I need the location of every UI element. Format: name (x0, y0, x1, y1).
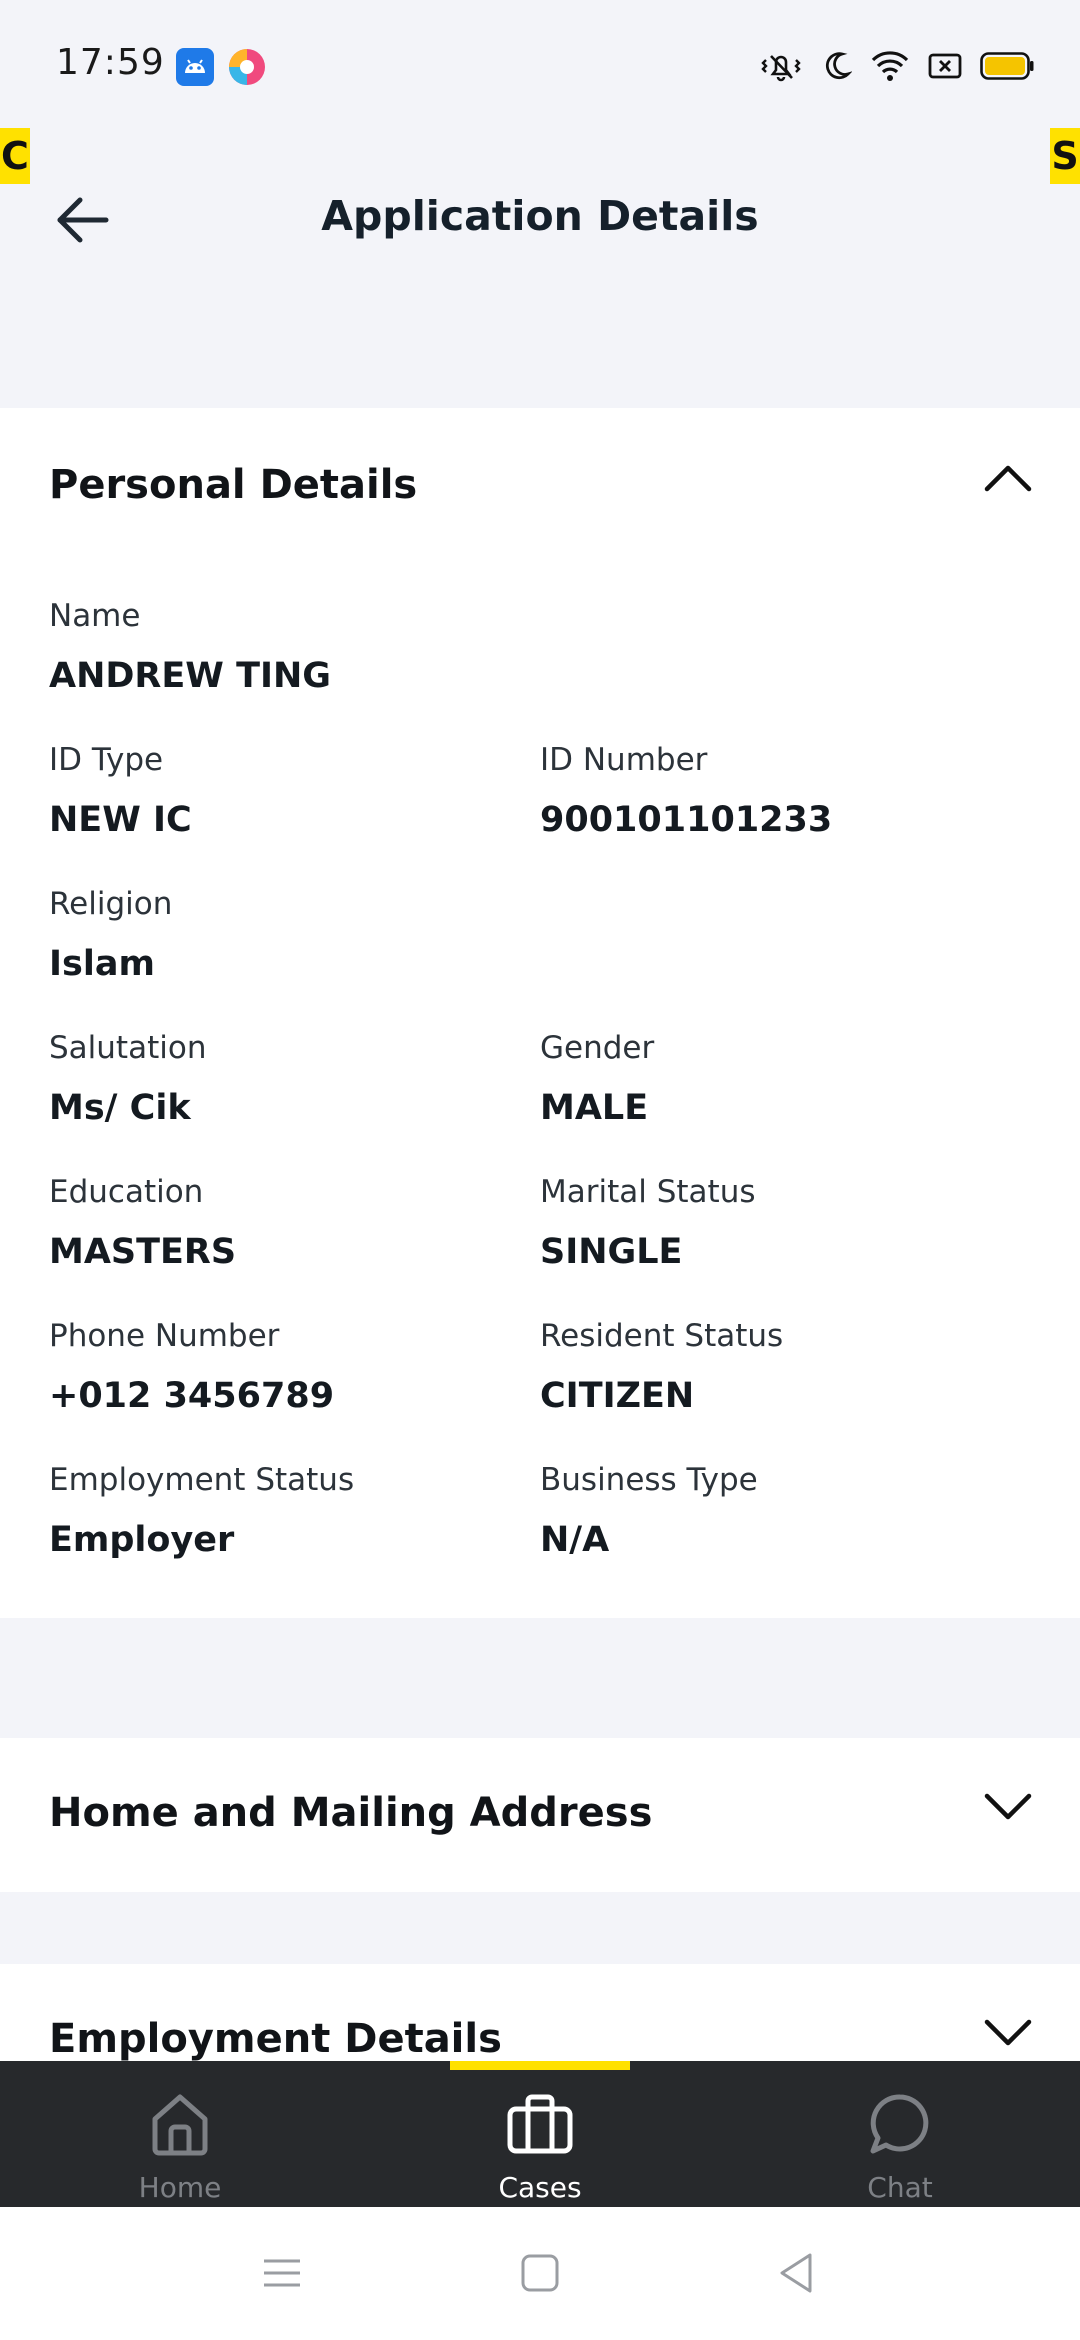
wifi-icon (870, 49, 910, 83)
battery-icon (980, 51, 1034, 81)
page-title: Application Details (321, 192, 759, 240)
app-screen: 17:59 C S Application Details Personal D… (0, 0, 1080, 2340)
status-icons (758, 46, 1034, 86)
education-label: Education (49, 1174, 204, 1210)
chevron-down-icon (984, 2019, 1032, 2046)
bottom-navigation: Home Cases Chat (0, 2061, 1080, 2207)
nav-cases[interactable]: Cases (360, 2061, 720, 2207)
briefcase-icon (502, 2089, 578, 2159)
gender-value: MALE (540, 1088, 649, 1128)
business-type-label: Business Type (540, 1462, 758, 1498)
name-label: Name (49, 598, 141, 634)
salutation-label: Salutation (49, 1030, 207, 1066)
expand-address-button[interactable] (980, 1778, 1036, 1834)
nav-home-label: Home (138, 2171, 222, 2204)
collapse-personal-button[interactable] (980, 450, 1036, 506)
home-icon (142, 2089, 218, 2159)
chevron-down-icon (984, 1793, 1032, 1820)
name-value: ANDREW TING (49, 656, 331, 696)
browser-app-icon (228, 48, 266, 86)
phone-number-value: +012 3456789 (49, 1376, 335, 1416)
resident-status-value: CITIZEN (540, 1376, 695, 1416)
chat-bubble-icon (862, 2089, 938, 2159)
phone-number-label: Phone Number (49, 1318, 280, 1354)
employment-status-value: Employer (49, 1520, 235, 1560)
employment-status-label: Employment Status (49, 1462, 355, 1498)
address-section-header[interactable]: Home and Mailing Address (0, 1738, 1080, 1892)
back-triangle-icon[interactable] (760, 2237, 832, 2309)
personal-details-title: Personal Details (49, 462, 418, 508)
gender-label: Gender (540, 1030, 655, 1066)
address-section-title: Home and Mailing Address (49, 1790, 653, 1836)
employment-section-title: Employment Details (49, 2016, 502, 2062)
id-number-value: 900101101233 (540, 800, 833, 840)
nav-cases-label: Cases (498, 2171, 582, 2204)
system-navigation-bar (0, 2207, 1080, 2340)
android-robot-icon (176, 48, 214, 86)
education-value: MASTERS (49, 1232, 237, 1272)
salutation-value: Ms/ Cik (49, 1088, 191, 1128)
resident-status-label: Resident Status (540, 1318, 784, 1354)
id-number-label: ID Number (540, 742, 708, 778)
vibrate-mute-icon (758, 48, 804, 84)
chevron-up-icon (984, 465, 1032, 492)
id-type-value: NEW IC (49, 800, 192, 840)
app-header: Application Details (0, 170, 1080, 270)
business-type-value: N/A (540, 1520, 610, 1560)
status-time: 17:59 (56, 42, 165, 83)
religion-label: Religion (49, 886, 173, 922)
menu-icon[interactable] (246, 2237, 318, 2309)
home-square-icon[interactable] (504, 2237, 576, 2309)
personal-details-card: Personal Details Name ANDREW TING ID Typ… (0, 408, 1080, 1618)
moon-icon (822, 50, 852, 82)
religion-value: Islam (49, 944, 155, 984)
nav-home[interactable]: Home (0, 2061, 360, 2207)
nav-chat[interactable]: Chat (720, 2061, 1080, 2207)
screen-record-icon (928, 51, 962, 81)
expand-employment-button[interactable] (980, 2004, 1036, 2060)
marital-status-label: Marital Status (540, 1174, 756, 1210)
status-bar: 17:59 (0, 0, 1080, 130)
id-type-label: ID Type (49, 742, 164, 778)
nav-chat-label: Chat (867, 2171, 933, 2204)
marital-status-value: SINGLE (540, 1232, 683, 1272)
